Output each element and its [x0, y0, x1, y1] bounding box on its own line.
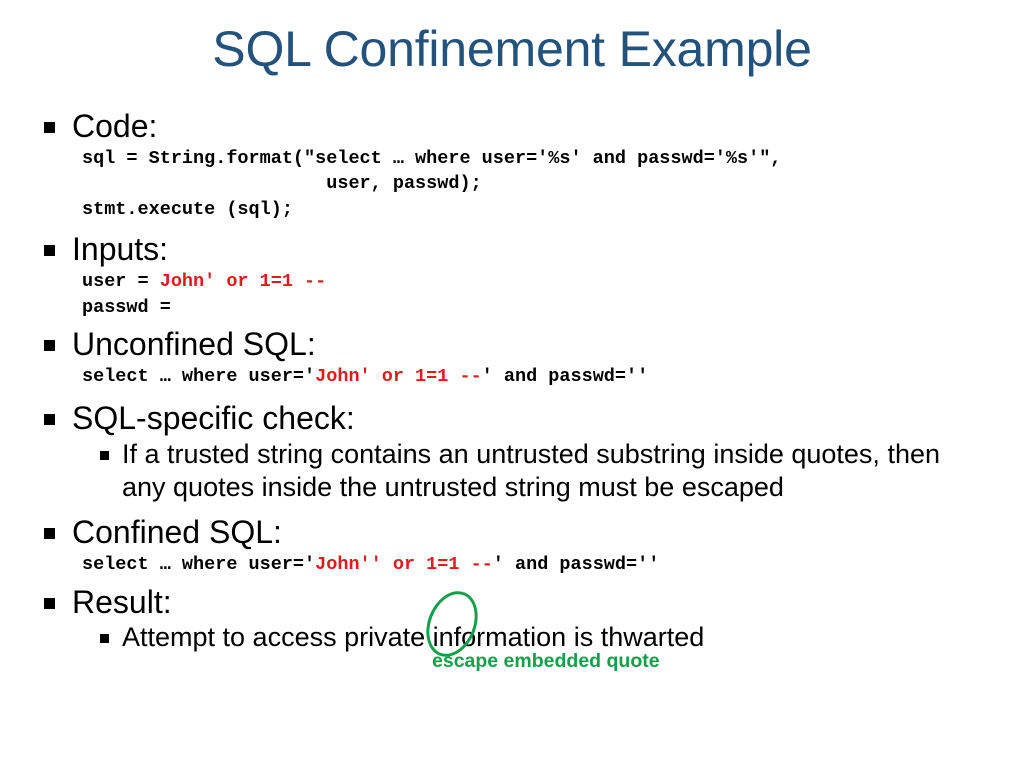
bullet-item-unconfined-sql: Unconfined SQL: — [44, 326, 1006, 364]
code-line-format: sql = String.format("select … where user… — [82, 147, 782, 169]
unconfined-sql-statement: select … where user='John' or 1=1 --' an… — [82, 364, 1006, 390]
confined-sql-statement: select … where user='John'' or 1=1 --' a… — [82, 552, 1006, 578]
unconfined-sql-prefix: select … where user=' — [82, 365, 316, 387]
slide-body: Code: sql = String.format("select … wher… — [44, 108, 1006, 654]
bullet-square-icon — [44, 245, 55, 257]
bullet-item-code: Code: — [44, 108, 1006, 146]
code-line-execute: stmt.execute (sql); — [82, 198, 293, 220]
bullet-square-icon — [44, 122, 55, 133]
bullet-label-unconfined-sql: Unconfined SQL: — [72, 326, 316, 363]
bullet-label-sql-specific-check: SQL-specific check: — [72, 400, 355, 437]
bullet-square-icon — [44, 597, 55, 609]
bullet-label-code: Code: — [72, 108, 158, 144]
unconfined-sql-suffix: ' and passwd='' — [481, 365, 649, 387]
page-title: SQL Confinement Example — [212, 21, 812, 77]
bullet-square-icon — [44, 414, 55, 426]
unconfined-sql-injected: John' or 1=1 -- — [315, 365, 482, 387]
bullet-square-icon — [44, 340, 55, 352]
sub-bullet-item-check-detail: If a trusted string contains an untruste… — [100, 438, 1006, 503]
input-line-passwd: passwd = — [82, 296, 171, 318]
bullet-item-result: Result: — [44, 584, 1006, 622]
bullet-item-inputs: Inputs: — [44, 231, 1006, 269]
confined-sql-injected: John'' or 1=1 -- — [315, 554, 493, 576]
sub-bullet-item-result-detail: Attempt to access private information is… — [100, 621, 1006, 654]
confined-sql-suffix: ' and passwd='' — [492, 554, 660, 576]
code-line-args: user, passwd); — [82, 173, 482, 195]
sub-bullet-square-icon — [100, 634, 109, 644]
result-detail-text: Attempt to access private information is… — [122, 622, 705, 653]
bullet-label-confined-sql: Confined SQL: — [72, 514, 282, 551]
input-line-user: user = John' or 1=1 -- — [82, 269, 1006, 295]
bullet-label-inputs: Inputs: — [72, 231, 169, 268]
bullet-label-result: Result: — [72, 583, 172, 620]
bullet-item-confined-sql: Confined SQL: — [44, 514, 1006, 552]
bullet-item-sql-specific-check: SQL-specific check: — [44, 400, 1006, 438]
confined-sql-prefix: select … where user=' — [82, 554, 316, 576]
input-user-value: John' or 1=1 -- — [159, 271, 327, 293]
check-detail-text: If a trusted string contains an untruste… — [122, 439, 940, 502]
sub-bullet-square-icon — [100, 451, 109, 461]
input-user-label: user = — [82, 271, 160, 293]
bullet-square-icon — [44, 528, 55, 540]
